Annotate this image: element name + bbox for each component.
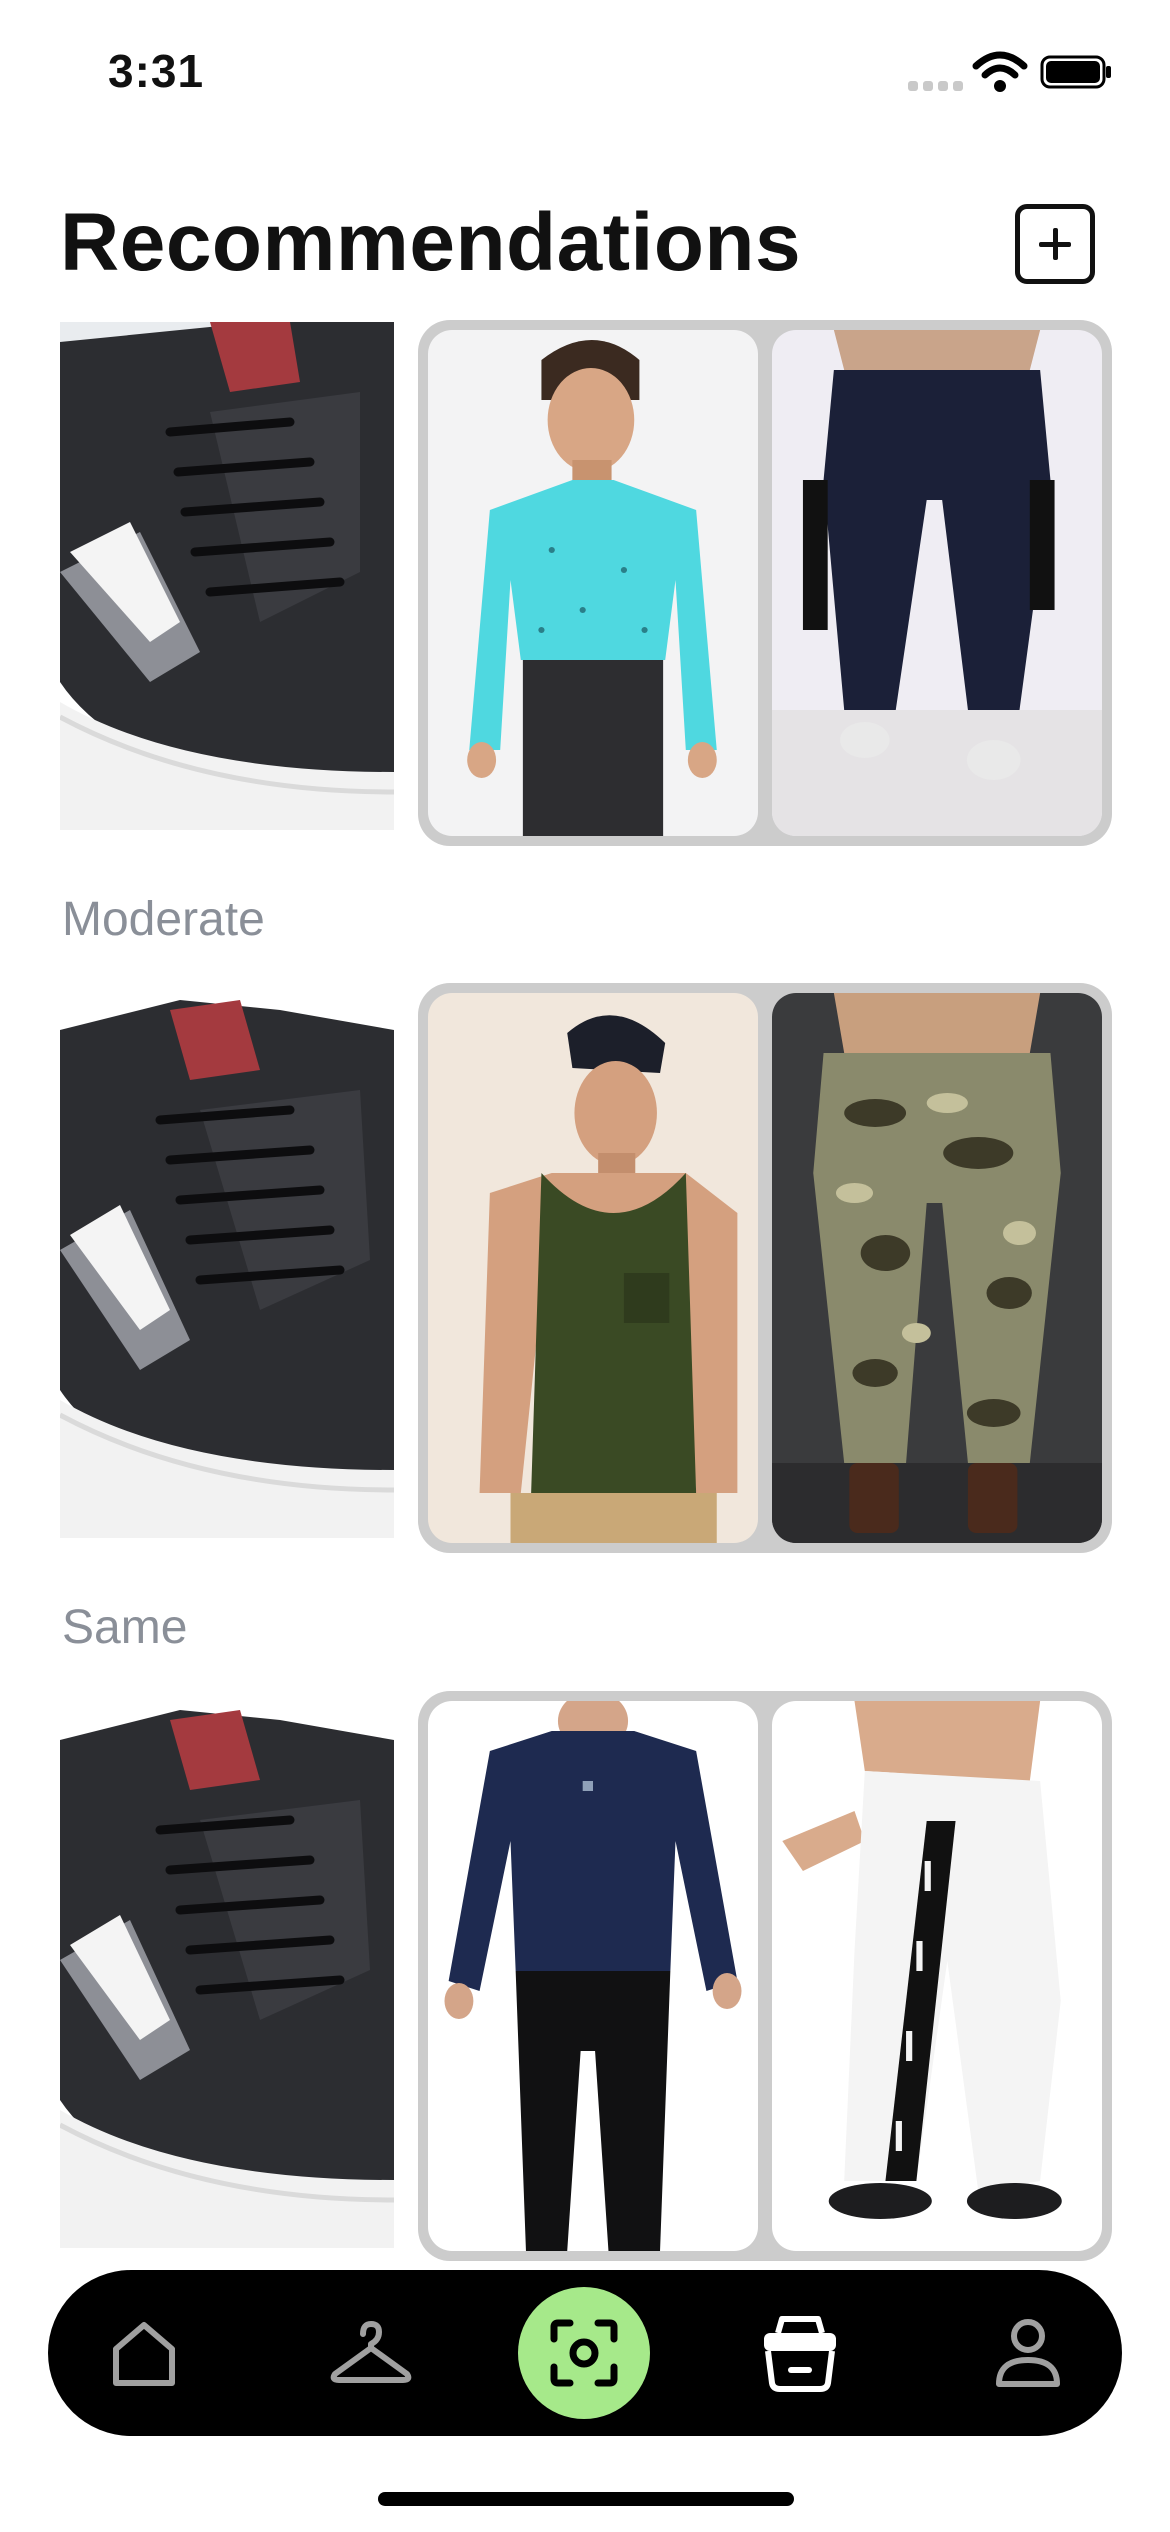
status-time: 3:31 [108,45,205,97]
bottom-item-image[interactable] [772,993,1102,1543]
tab-laundry[interactable] [740,2270,860,2436]
bottom-item-image[interactable] [772,1701,1102,2251]
battery-icon [1040,55,1111,89]
top-item-image[interactable] [428,330,758,836]
tab-home[interactable] [84,2270,204,2436]
shoe-item-image[interactable] [60,990,394,1538]
section-label-moderate: Moderate [62,893,265,946]
scan-icon [550,2319,618,2387]
shoe-item-image[interactable] [60,1700,394,2248]
bottom-item-image[interactable] [772,330,1102,836]
tab-profile[interactable] [968,2270,1088,2436]
top-item-image[interactable] [428,1701,758,2251]
home-indicator[interactable] [378,2492,794,2506]
home-icon [113,2322,175,2386]
outfit-pair[interactable] [418,983,1112,1553]
tab-scan[interactable] [518,2287,650,2419]
page-title: Recommendations [60,197,802,288]
tab-bar [48,2270,1122,2436]
basket-icon [764,2316,836,2392]
person-icon [996,2319,1060,2387]
wifi-icon [972,51,1028,92]
hanger-icon [330,2321,412,2383]
section-label-same: Same [62,1601,188,1654]
tab-wardrobe[interactable] [311,2270,431,2436]
top-item-image[interactable] [428,993,758,1543]
add-button[interactable] [1015,204,1095,284]
outfit-pair[interactable] [418,1691,1112,2261]
shoe-item-image[interactable] [60,322,394,830]
outfit-pair[interactable] [418,320,1112,846]
signal-icon [908,78,968,96]
